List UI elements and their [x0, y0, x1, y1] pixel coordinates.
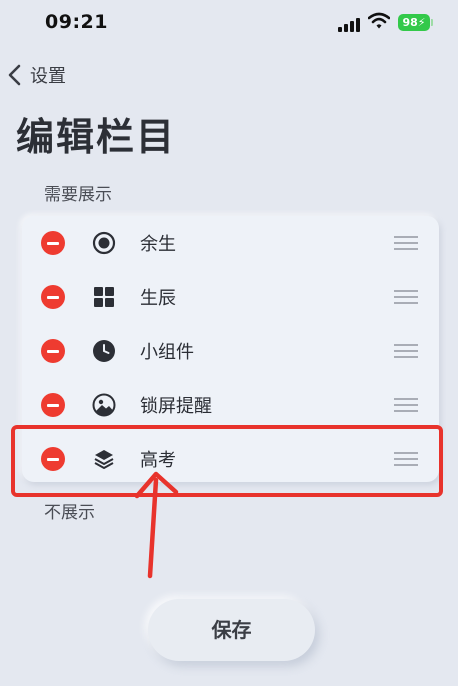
list-item-label: 锁屏提醒	[140, 396, 212, 417]
save-button[interactable]: 保存	[148, 599, 315, 661]
arrow-up-annotation-icon	[134, 471, 179, 579]
remove-button[interactable]	[41, 339, 65, 363]
back-button[interactable]: 设置	[6, 60, 66, 90]
status-time: 09:21	[45, 11, 108, 33]
radio-target-icon	[92, 231, 116, 255]
back-label: 设置	[30, 66, 66, 87]
list-item-yusheng[interactable]: 余生	[22, 216, 439, 270]
wifi-icon	[368, 12, 390, 29]
list-item-lockscreen-reminder[interactable]: 锁屏提醒	[22, 378, 439, 432]
chevron-left-icon	[8, 64, 21, 86]
grid-icon	[94, 287, 114, 307]
highlight-annotation	[11, 425, 443, 497]
clock-icon	[93, 340, 115, 362]
remove-button[interactable]	[41, 231, 65, 255]
remove-button[interactable]	[41, 285, 65, 309]
drag-handle-icon[interactable]	[394, 398, 418, 412]
list-item-label: 生辰	[140, 288, 176, 309]
section-label-hidden: 不展示	[44, 503, 95, 523]
section-label-shown: 需要展示	[44, 185, 112, 205]
list-item-label: 余生	[140, 234, 176, 255]
image-icon	[92, 393, 116, 417]
battery-indicator: 98⚡	[398, 14, 430, 31]
cellular-signal-icon	[338, 16, 364, 32]
list-item-widget[interactable]: 小组件	[22, 324, 439, 378]
status-bar: 09:21 98⚡	[0, 0, 458, 44]
drag-handle-icon[interactable]	[394, 236, 418, 250]
remove-button[interactable]	[41, 393, 65, 417]
battery-tip	[431, 19, 433, 26]
drag-handle-icon[interactable]	[394, 344, 418, 358]
list-item-shengchen[interactable]: 生辰	[22, 270, 439, 324]
page-title: 编辑栏目	[16, 115, 177, 159]
battery-level: 98	[402, 16, 418, 29]
drag-handle-icon[interactable]	[394, 290, 418, 304]
list-item-label: 小组件	[140, 342, 194, 363]
